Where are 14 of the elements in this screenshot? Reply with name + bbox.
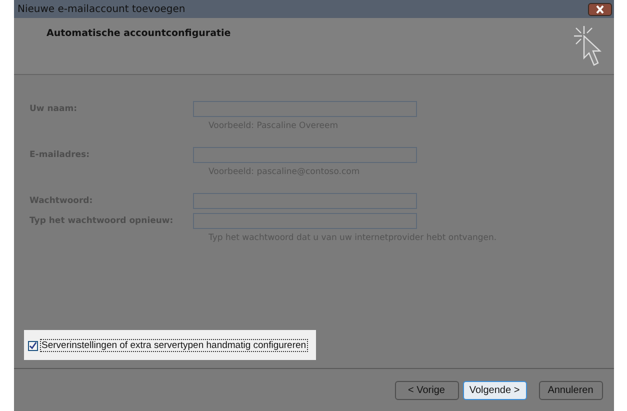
close-icon (594, 4, 606, 14)
window-title: Nieuwe e-mailaccount toevoegen (18, 4, 186, 14)
input-field[interactable] (192, 193, 416, 209)
cursor-sparkle-icon (572, 24, 604, 68)
dialog-button[interactable]: Annuleren (538, 380, 602, 400)
input-field[interactable] (192, 101, 416, 117)
dialog-button[interactable]: Volgende > (462, 380, 526, 400)
dialog-button[interactable]: < Vorige (394, 380, 458, 400)
close-button[interactable] (588, 2, 612, 16)
checkmark-icon (28, 341, 36, 350)
input-field[interactable] (192, 213, 416, 229)
input-field[interactable] (192, 147, 416, 163)
page-heading: Automatische accountconfiguratie (46, 28, 231, 41)
checkbox[interactable] (28, 340, 38, 350)
